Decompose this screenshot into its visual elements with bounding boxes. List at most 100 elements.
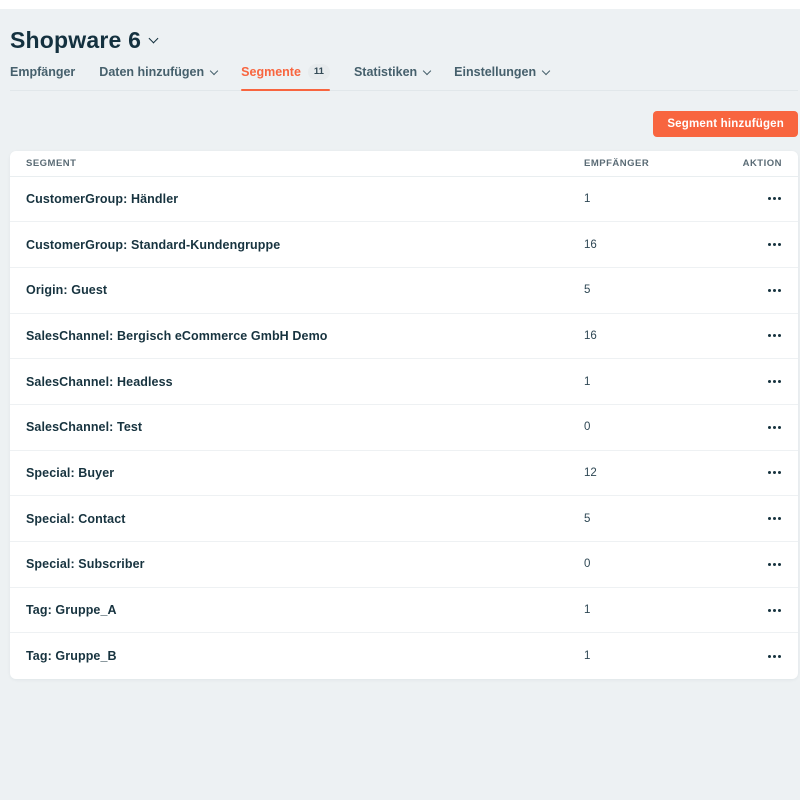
segment-cell: Tag: Gruppe_B: [26, 649, 584, 663]
table-row: CustomerGroup: Händler 1: [10, 177, 798, 223]
tab-einstellungen[interactable]: Einstellungen: [454, 64, 549, 90]
table-row: Origin: Guest 5: [10, 268, 798, 314]
row-actions-button[interactable]: [767, 512, 782, 525]
row-actions-button[interactable]: [767, 238, 782, 251]
ellipsis-icon: [778, 426, 781, 429]
ellipsis-icon: [778, 517, 781, 520]
table-row: SalesChannel: Bergisch eCommerce GmbH De…: [10, 314, 798, 360]
add-segment-button[interactable]: Segment hinzufügen: [653, 111, 798, 137]
segment-cell: Special: Buyer: [26, 466, 584, 480]
ellipsis-icon: [778, 243, 781, 246]
chevron-down-icon: [149, 34, 159, 44]
row-actions-button[interactable]: [767, 329, 782, 342]
empfaenger-cell: 1: [584, 376, 738, 388]
table-body: CustomerGroup: Händler 1 CustomerGroup: …: [10, 177, 798, 680]
row-actions-button[interactable]: [767, 192, 782, 205]
ellipsis-icon: [768, 289, 771, 292]
chevron-down-icon: [542, 67, 550, 75]
actions-cell: [738, 466, 782, 479]
tab-daten-hinzufuegen[interactable]: Daten hinzufügen: [99, 64, 217, 90]
row-actions-button[interactable]: [767, 421, 782, 434]
ellipsis-icon: [773, 471, 776, 474]
toolbar: Segment hinzufügen: [10, 111, 798, 137]
ellipsis-icon: [768, 609, 771, 612]
page: Shopware 6 Empfänger Daten hinzufügen Se…: [0, 9, 800, 679]
tab-label: Daten hinzufügen: [99, 65, 204, 79]
empfaenger-cell: 1: [584, 193, 738, 205]
ellipsis-icon: [778, 380, 781, 383]
title-dropdown[interactable]: Shopware 6: [10, 28, 798, 52]
empfaenger-cell: 1: [584, 604, 738, 616]
ellipsis-icon: [773, 426, 776, 429]
ellipsis-icon: [768, 380, 771, 383]
table-header-row: SEGMENT EMPFÄNGER AKTION: [10, 151, 798, 177]
table-row: Tag: Gruppe_B 1: [10, 633, 798, 679]
row-actions-button[interactable]: [767, 466, 782, 479]
row-actions-button[interactable]: [767, 558, 782, 571]
table-row: SalesChannel: Test 0: [10, 405, 798, 451]
segment-cell: SalesChannel: Bergisch eCommerce GmbH De…: [26, 329, 584, 343]
tab-label: Segmente: [241, 65, 301, 79]
actions-cell: [738, 192, 782, 205]
segment-cell: Tag: Gruppe_A: [26, 603, 584, 617]
actions-cell: [738, 238, 782, 251]
actions-cell: [738, 375, 782, 388]
table-row: CustomerGroup: Standard-Kundengruppe 16: [10, 222, 798, 268]
segment-cell: CustomerGroup: Händler: [26, 192, 584, 206]
tab-segmente[interactable]: Segmente 11: [241, 64, 330, 90]
empfaenger-cell: 0: [584, 558, 738, 570]
tab-empfaenger[interactable]: Empfänger: [10, 64, 75, 90]
segments-table: SEGMENT EMPFÄNGER AKTION CustomerGroup: …: [10, 151, 798, 680]
segment-cell: SalesChannel: Headless: [26, 375, 584, 389]
actions-cell: [738, 650, 782, 663]
ellipsis-icon: [768, 334, 771, 337]
empfaenger-cell: 16: [584, 239, 738, 251]
ellipsis-icon: [778, 197, 781, 200]
ellipsis-icon: [768, 517, 771, 520]
segment-cell: CustomerGroup: Standard-Kundengruppe: [26, 238, 584, 252]
table-row: Tag: Gruppe_A 1: [10, 588, 798, 634]
column-header-empfaenger: EMPFÄNGER: [584, 158, 738, 169]
row-actions-button[interactable]: [767, 375, 782, 388]
empfaenger-cell: 16: [584, 330, 738, 342]
tab-bar: Empfänger Daten hinzufügen Segmente 11 S…: [10, 64, 798, 91]
row-actions-button[interactable]: [767, 650, 782, 663]
segment-count-badge: 11: [308, 64, 330, 80]
top-strip: [0, 0, 800, 9]
ellipsis-icon: [768, 471, 771, 474]
table-row: Special: Buyer 12: [10, 451, 798, 497]
table-row: Special: Subscriber 0: [10, 542, 798, 588]
column-header-aktion: AKTION: [738, 158, 782, 169]
ellipsis-icon: [773, 289, 776, 292]
ellipsis-icon: [773, 380, 776, 383]
actions-cell: [738, 284, 782, 297]
ellipsis-icon: [768, 655, 771, 658]
ellipsis-icon: [778, 289, 781, 292]
ellipsis-icon: [773, 563, 776, 566]
ellipsis-icon: [773, 334, 776, 337]
ellipsis-icon: [773, 517, 776, 520]
chevron-down-icon: [210, 67, 218, 75]
actions-cell: [738, 329, 782, 342]
ellipsis-icon: [778, 655, 781, 658]
ellipsis-icon: [773, 197, 776, 200]
actions-cell: [738, 604, 782, 617]
empfaenger-cell: 0: [584, 421, 738, 433]
chevron-down-icon: [423, 67, 431, 75]
ellipsis-icon: [768, 426, 771, 429]
empfaenger-cell: 5: [584, 513, 738, 525]
table-row: SalesChannel: Headless 1: [10, 359, 798, 405]
ellipsis-icon: [773, 609, 776, 612]
ellipsis-icon: [778, 563, 781, 566]
row-actions-button[interactable]: [767, 604, 782, 617]
tab-statistiken[interactable]: Statistiken: [354, 64, 430, 90]
segment-cell: Origin: Guest: [26, 283, 584, 297]
ellipsis-icon: [773, 655, 776, 658]
segment-cell: Special: Contact: [26, 512, 584, 526]
row-actions-button[interactable]: [767, 284, 782, 297]
page-title: Shopware 6: [10, 28, 141, 52]
segment-cell: Special: Subscriber: [26, 557, 584, 571]
ellipsis-icon: [768, 563, 771, 566]
ellipsis-icon: [768, 197, 771, 200]
column-header-segment: SEGMENT: [26, 158, 584, 169]
